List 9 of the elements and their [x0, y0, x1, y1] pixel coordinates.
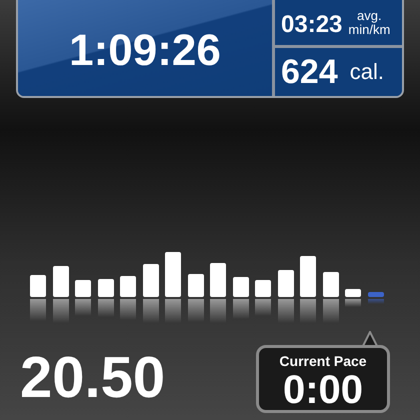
- avg-label: avg.: [357, 9, 382, 23]
- avg-pace-value: 03:23: [281, 13, 342, 37]
- distance-value: 20.50: [20, 349, 166, 407]
- current-pace-label: Current Pace: [279, 354, 367, 368]
- time-display: 1:09:26: [18, 0, 272, 96]
- calories-value: 624: [281, 55, 338, 89]
- calories-unit: cal.: [350, 61, 384, 83]
- pace-unit: min/km: [348, 23, 390, 37]
- current-pace-value: 0:00: [282, 370, 364, 410]
